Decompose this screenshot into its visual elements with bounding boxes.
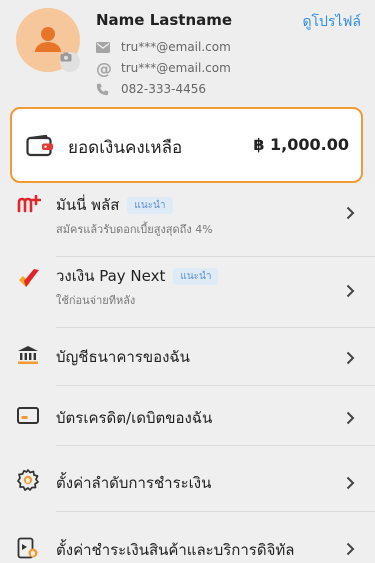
wallet-icon — [26, 134, 54, 161]
phone-icon — [96, 81, 114, 97]
card-icon — [17, 407, 39, 428]
menu-item-payment-order[interactable]: ฿ ตั้งค่าลำดับการชำระเงิน — [0, 446, 375, 512]
menu-item-pay-next[interactable]: วงเงิน Pay Next แนะนำ ใช้ก่อนจ่ายทีหลัง — [0, 257, 375, 328]
chevron-right-icon — [346, 205, 355, 224]
menu-item-cards[interactable]: บัตรเครดิต/เดบิตของฉัน — [0, 386, 375, 446]
camera-icon[interactable] — [60, 52, 80, 72]
phone-row: 082-333-4456 — [96, 80, 206, 98]
balance-card[interactable]: ยอดเงินคงเหลือ ฿ 1,000.00 — [10, 107, 363, 183]
chevron-right-icon — [346, 475, 355, 494]
email-row: tru***@email.com — [96, 38, 231, 56]
balance-amount: ฿ 1,000.00 — [253, 135, 349, 154]
pay-next-icon — [17, 268, 41, 292]
chevron-right-icon — [346, 410, 355, 429]
svg-text:฿: ฿ — [26, 476, 31, 484]
menu-item-title: ตั้งค่าชำระเงินสินค้าและบริการดิจิทัล — [56, 541, 295, 559]
menu-item-title: ตั้งค่าลำดับการชำระเงิน — [56, 474, 212, 492]
recommend-badge: แนะนำ — [127, 196, 173, 214]
balance-label: ยอดเงินคงเหลือ — [68, 138, 183, 158]
chevron-right-icon — [346, 541, 355, 560]
mail-icon — [96, 39, 114, 55]
menu-item-subtitle: สมัครแล้วรับดอกเบี้ยสูงสุดถึง 4% — [56, 223, 213, 236]
menu-item-title: วงเงิน Pay Next — [56, 267, 166, 285]
digital-payment-icon: ฿ — [17, 537, 39, 563]
alt-email-row: @ tru***@email.com — [96, 58, 231, 78]
menu-item-subtitle: ใช้ก่อนจ่ายทีหลัง — [56, 294, 136, 307]
email-text: tru***@email.com — [121, 40, 231, 54]
menu-item-money-plus[interactable]: มันนี่ พลัส แนะนำ สมัครแล้วรับดอกเบี้ยสู… — [0, 183, 375, 257]
at-icon: @ — [96, 58, 112, 78]
chevron-right-icon — [346, 350, 355, 369]
svg-text:฿: ฿ — [31, 549, 36, 557]
menu-item-title: บัญชีธนาคารของฉัน — [56, 348, 190, 366]
bank-icon — [17, 345, 39, 369]
menu-item-title: บัตรเครดิต/เดบิตของฉัน — [56, 409, 213, 427]
avatar[interactable] — [16, 8, 80, 72]
menu-item-title: มันนี่ พลัส — [56, 196, 120, 214]
profile-name: Name Lastname — [96, 11, 233, 29]
recommend-badge: แนะนำ — [173, 267, 219, 285]
alt-email-text: tru***@email.com — [121, 61, 231, 75]
phone-text: 082-333-4456 — [121, 82, 207, 96]
payment-settings-icon: ฿ — [17, 469, 39, 495]
wallet-menu: มันนี่ พลัส แนะนำ สมัครแล้วรับดอกเบี้ยสู… — [0, 183, 375, 563]
chevron-right-icon — [346, 283, 355, 302]
menu-item-bank-accounts[interactable]: บัญชีธนาคารของฉัน — [0, 328, 375, 386]
view-profile-link[interactable]: ดูโปรไฟล์ — [302, 11, 361, 33]
money-plus-icon — [17, 194, 42, 217]
menu-item-digital-payment[interactable]: ฿ ตั้งค่าชำระเงินสินค้าและบริการดิจิทัล — [0, 512, 375, 563]
profile-header: Name Lastname ดูโปรไฟล์ tru***@email.com… — [0, 0, 375, 104]
